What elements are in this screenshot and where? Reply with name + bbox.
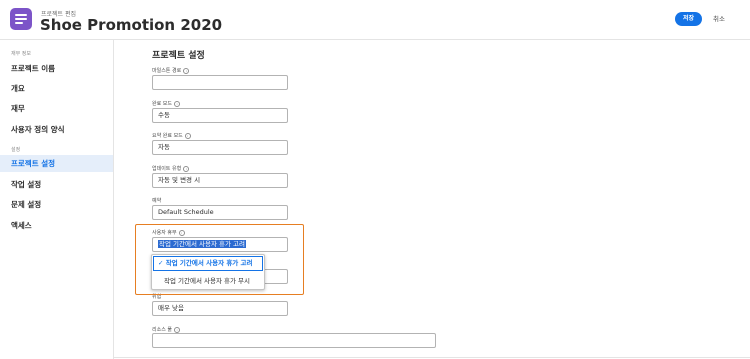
dropdown-option-consider[interactable]: ✓ 작업 기간에서 사용자 휴가 고려 <box>153 256 263 271</box>
header: 프로젝트 편집 Shoe Promotion 2020 저장 취소 <box>0 0 750 40</box>
milestone-path-field[interactable] <box>152 75 288 90</box>
sidebar-section-finance: 재무 정보 <box>11 51 31 57</box>
sidebar-item-access[interactable]: 액세스 <box>0 217 113 234</box>
field-label-resource-pool: 리소스 풀i <box>152 326 180 333</box>
resource-pool-field[interactable] <box>152 333 436 348</box>
user-time-off-dropdown: ✓ 작업 기간에서 사용자 휴가 고려 작업 기간에서 사용자 휴가 무시 <box>151 254 265 290</box>
field-label-milestone-path: 마일스톤 경로 i <box>152 67 190 74</box>
sidebar-item-task-settings[interactable]: 작업 설정 <box>0 176 113 193</box>
completion-mode-field[interactable]: 수동 <box>152 108 288 123</box>
field-label-update-type: 업데이트 유형 i <box>152 165 190 172</box>
bottom-divider <box>114 357 750 358</box>
main-content: 프로젝트 설정 마일스톤 경로 i 완료 모드 i 수동 요약 완료 모드 i 자동 … <box>114 40 750 359</box>
section-title: 프로젝트 설정 <box>152 51 205 61</box>
page-title: Shoe Promotion 2020 <box>40 16 223 34</box>
update-type-field[interactable]: 자동 및 변경 시 <box>152 173 288 188</box>
info-icon[interactable]: i <box>183 67 190 74</box>
info-icon[interactable]: i <box>183 165 190 172</box>
sidebar-item-project-name[interactable]: 프로젝트 이름 <box>0 60 113 77</box>
field-label-completion-mode: 완료 모드 i <box>152 100 180 107</box>
sidebar-item-custom-forms[interactable]: 사용자 정의 양식 <box>0 121 113 138</box>
sidebar-section-settings: 설정 <box>11 147 21 153</box>
risk-field[interactable]: 매우 낮음 <box>152 301 288 316</box>
info-icon[interactable]: i <box>184 132 191 139</box>
info-icon[interactable]: i <box>174 326 180 333</box>
sidebar-item-finance[interactable]: 재무 <box>0 100 113 117</box>
field-label-schedule: 예약 <box>152 198 162 204</box>
sidebar-item-overview[interactable]: 개요 <box>0 80 113 97</box>
info-icon[interactable]: i <box>174 100 180 107</box>
project-app-icon <box>10 8 32 30</box>
sidebar-item-project-settings[interactable]: 프로젝트 설정 <box>0 155 113 172</box>
dropdown-option-ignore[interactable]: 작업 기간에서 사용자 휴가 무시 <box>153 274 263 288</box>
sidebar-item-issue-settings[interactable]: 문제 설정 <box>0 196 113 213</box>
save-button[interactable]: 저장 <box>675 12 702 26</box>
cancel-button[interactable]: 취소 <box>713 12 725 26</box>
summary-completion-mode-field[interactable]: 자동 <box>152 140 288 155</box>
schedule-field[interactable]: Default Schedule <box>152 205 288 220</box>
sidebar: 재무 정보 프로젝트 이름 개요 재무 사용자 정의 양식 설정 프로젝트 설정… <box>0 40 113 359</box>
field-label-summary-completion-mode: 요약 완료 모드 i <box>152 132 191 139</box>
